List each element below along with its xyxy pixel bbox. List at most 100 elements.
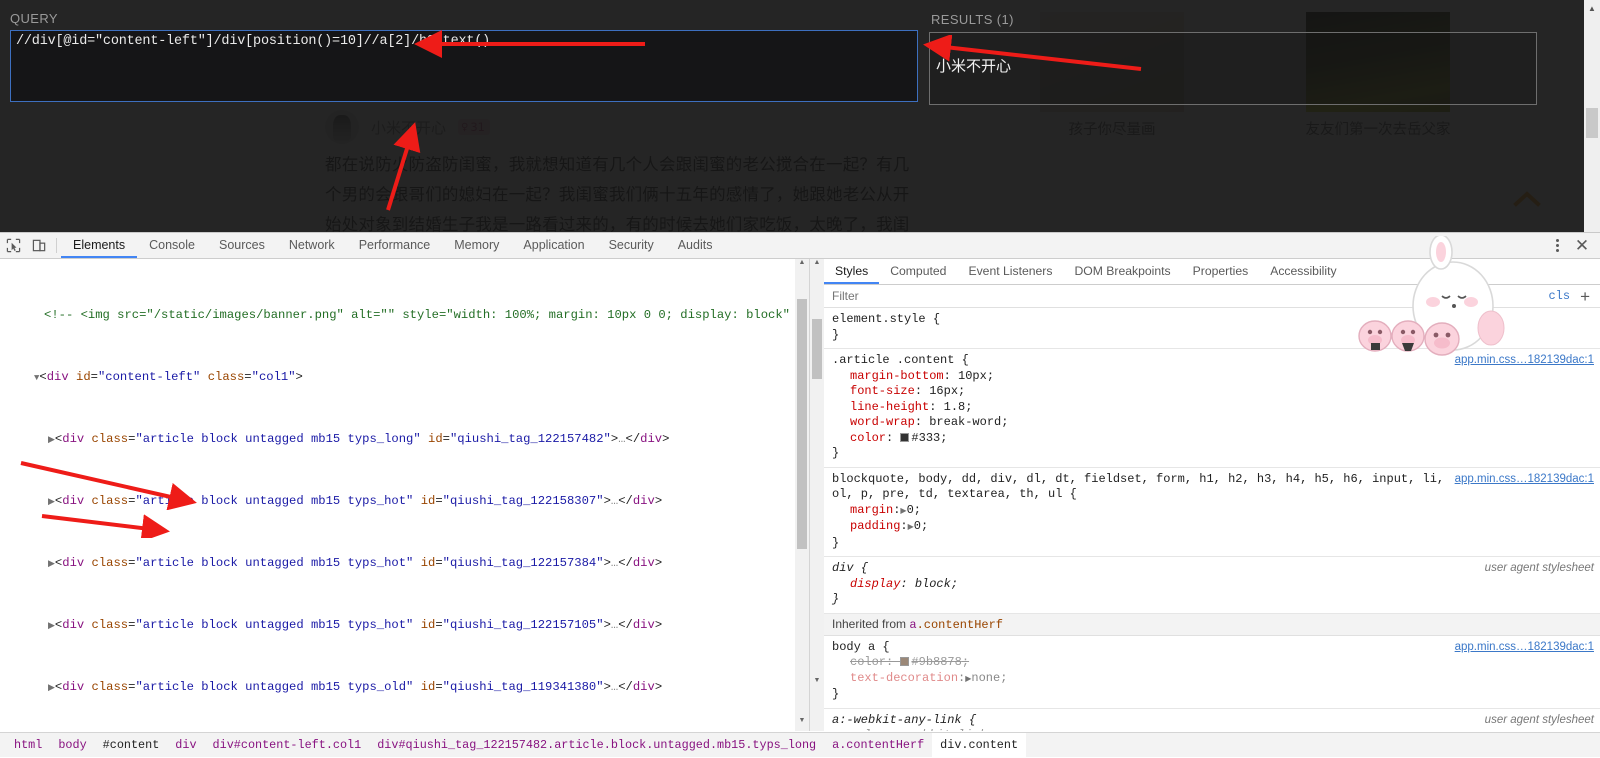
style-rule-element-style[interactable]: element.style { } (824, 308, 1600, 349)
styles-scrollbar[interactable]: ▲ ▼ (810, 259, 824, 731)
css-property-name[interactable]: line-height (850, 400, 929, 414)
scroll-up-arrow-icon[interactable]: ▲ (795, 259, 809, 273)
css-property-name[interactable]: font-size (850, 384, 915, 398)
breadcrumb-item-content-left[interactable]: div#content-left.col1 (205, 733, 370, 758)
rule-selector: body a { (832, 639, 890, 654)
rule-close: } (832, 592, 840, 606)
table-row[interactable]: ▶<div class="article block untagged mb15… (0, 618, 809, 634)
css-property-value[interactable]: 10px (958, 369, 987, 383)
inherited-tag: a (909, 617, 917, 632)
stylesheet-link[interactable]: app.min.css…182139dac:1 (1455, 640, 1594, 656)
css-property-name[interactable]: margin (850, 503, 893, 517)
styles-pane: ▲ ▼ Styles Computed Event Listeners DOM … (810, 259, 1600, 731)
rule-selector: a:-webkit-any-link { (832, 712, 977, 727)
breadcrumb-item-body[interactable]: body (50, 733, 94, 758)
color-swatch[interactable] (900, 432, 910, 442)
tab-memory[interactable]: Memory (442, 233, 511, 258)
style-rule-article-content[interactable]: app.min.css…182139dac:1 .article .conten… (824, 349, 1600, 468)
result-item: 小米不开心 (936, 57, 1012, 75)
tab-application[interactable]: Application (511, 233, 596, 258)
breadcrumb-item-div[interactable]: div (167, 733, 204, 758)
breadcrumb-item-html[interactable]: html (6, 733, 50, 758)
tab-audits[interactable]: Audits (666, 233, 725, 258)
table-row[interactable]: ▶<div class="article block untagged mb15… (0, 556, 809, 572)
tab-styles[interactable]: Styles (824, 259, 880, 284)
expand-triangle-icon[interactable]: ▶ (48, 435, 55, 445)
toggle-class-button[interactable]: cls (1548, 289, 1570, 303)
css-property-name[interactable]: padding (850, 519, 900, 533)
scroll-down-arrow-icon[interactable]: ▼ (795, 717, 809, 731)
results-output[interactable]: 小米不开心 (929, 32, 1537, 105)
rule-selector: blockquote, body, dd, div, dl, dt, field… (832, 471, 1445, 502)
css-property-value[interactable]: 0 (907, 503, 914, 517)
scroll-up-arrow-icon[interactable]: ▲ (1584, 0, 1600, 16)
breadcrumb-item-content[interactable]: #content (95, 733, 168, 758)
query-expression-text[interactable]: //div[@id="content-left"]/div[position()… (16, 34, 912, 50)
expand-triangle-icon[interactable]: ▶ (48, 683, 55, 693)
tab-accessibility[interactable]: Accessibility (1259, 259, 1347, 284)
overlay-scrollbar[interactable]: ▲ (1584, 0, 1600, 232)
tab-security[interactable]: Security (597, 233, 666, 258)
breadcrumb-item-contentherf[interactable]: a.contentHerf (824, 733, 932, 758)
tab-properties[interactable]: Properties (1182, 259, 1260, 284)
tab-elements[interactable]: Elements (61, 233, 138, 258)
css-property-value[interactable]: -webkit-link (900, 728, 986, 731)
device-toolbar-icon[interactable] (26, 233, 52, 258)
css-property-name[interactable]: color (850, 728, 886, 731)
tree-line[interactable]: ▼<div id="content-left" class="col1"> (0, 370, 809, 386)
more-options-icon[interactable] (1546, 239, 1568, 252)
table-row[interactable]: ▶<div class="article block untagged mb15… (0, 432, 809, 448)
css-property-name[interactable]: text-decoration (850, 671, 958, 685)
css-property-value[interactable]: #333 (911, 431, 940, 445)
scrollbar-thumb[interactable] (797, 299, 807, 549)
query-input[interactable]: //div[@id="content-left"]/div[position()… (10, 30, 918, 102)
scrollbar-thumb[interactable] (1586, 108, 1598, 138)
close-icon[interactable]: ✕ (1570, 237, 1594, 254)
tab-sources[interactable]: Sources (207, 233, 277, 258)
inspect-element-icon[interactable] (0, 233, 26, 258)
tab-console[interactable]: Console (137, 233, 207, 258)
table-row[interactable]: ▶<div class="article block untagged mb15… (0, 494, 809, 510)
tab-event-listeners[interactable]: Event Listeners (957, 259, 1063, 284)
elements-tree-pane: <!-- <img src="/static/images/banner.png… (0, 259, 810, 731)
breadcrumb-item-content-div[interactable]: div.content (932, 732, 1027, 758)
expand-triangle-icon[interactable]: ▶ (48, 621, 55, 631)
expand-triangle-icon[interactable]: ▶ (48, 559, 55, 569)
devtools-tabs: Elements Console Sources Network Perform… (61, 233, 724, 258)
stylesheet-link[interactable]: app.min.css…182139dac:1 (1455, 472, 1594, 488)
css-property-value[interactable]: 0 (914, 519, 921, 533)
css-property-value[interactable]: block (915, 577, 951, 591)
scrollbar-thumb[interactable] (812, 319, 822, 379)
style-rule-body-a[interactable]: app.min.css…182139dac:1 body a { color: … (824, 636, 1600, 709)
css-property-name[interactable]: display (850, 577, 900, 591)
results-label: RESULTS (1) (931, 12, 1014, 27)
scroll-up-arrow-icon[interactable]: ▲ (810, 259, 824, 273)
scroll-down-arrow-icon[interactable]: ▼ (810, 677, 824, 691)
css-property-name[interactable]: margin-bottom (850, 369, 944, 383)
tab-performance[interactable]: Performance (347, 233, 443, 258)
style-rule-any-link-ua[interactable]: user agent stylesheet a:-webkit-any-link… (824, 709, 1600, 732)
color-swatch[interactable] (900, 657, 910, 666)
stylesheet-origin: user agent stylesheet (1484, 713, 1594, 726)
style-rule-div-ua[interactable]: user agent stylesheet div { display: blo… (824, 557, 1600, 614)
filter-input[interactable] (830, 288, 1543, 304)
table-row[interactable]: ▶<div class="article block untagged mb15… (0, 680, 809, 696)
css-property-name[interactable]: color (850, 655, 886, 669)
css-property-value[interactable]: 1.8 (944, 400, 966, 414)
inherited-label: Inherited from (832, 616, 910, 631)
tab-network[interactable]: Network (277, 233, 347, 258)
style-rule-reset[interactable]: app.min.css…182139dac:1 blockquote, body… (824, 468, 1600, 557)
css-property-value[interactable]: #9b8878 (911, 655, 961, 669)
css-property-value[interactable]: break-word (929, 415, 1001, 429)
css-property-name[interactable]: color (850, 431, 886, 445)
elements-scrollbar[interactable]: ▲ ▼ (795, 259, 809, 731)
expand-triangle-icon[interactable]: ▶ (48, 497, 55, 507)
css-property-value[interactable]: 16px (929, 384, 958, 398)
breadcrumb-item-article[interactable]: div#qiushi_tag_122157482.article.block.u… (369, 733, 824, 758)
plus-icon[interactable]: + (1576, 288, 1594, 305)
css-property-name[interactable]: word-wrap (850, 415, 915, 429)
tab-computed[interactable]: Computed (879, 259, 957, 284)
css-property-value[interactable]: none (971, 671, 1000, 685)
tab-dom-breakpoints[interactable]: DOM Breakpoints (1063, 259, 1181, 284)
stylesheet-link[interactable]: app.min.css…182139dac:1 (1455, 353, 1594, 369)
